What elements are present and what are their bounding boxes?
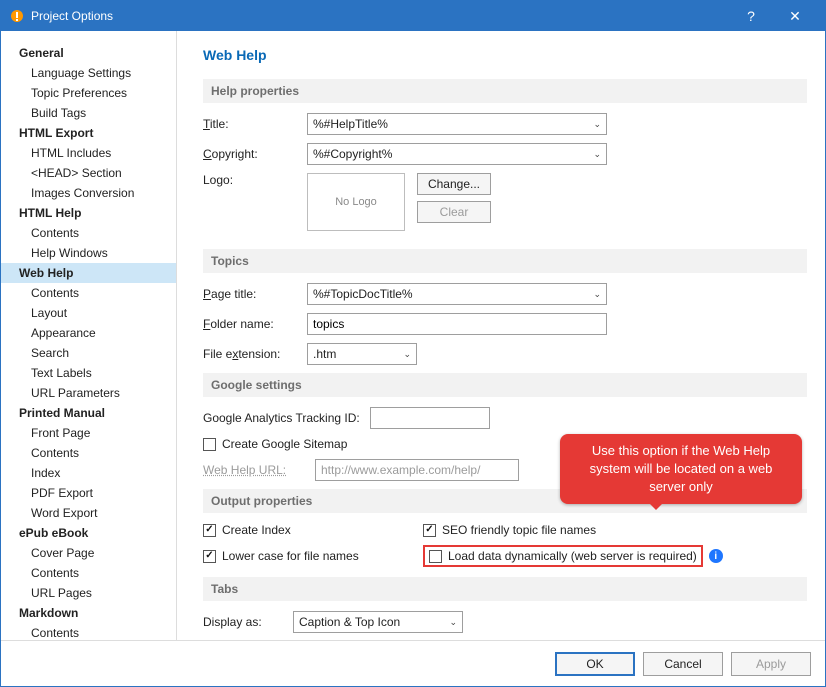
label-display-as: Display as: (203, 615, 293, 629)
info-icon[interactable]: i (709, 549, 723, 563)
sidebar-group-webhelp[interactable]: Web Help (1, 263, 176, 283)
display-value: Caption & Top Icon (299, 615, 400, 629)
section-help-properties: Help properties (203, 79, 807, 103)
web-help-url-input (315, 459, 519, 481)
app-icon (9, 8, 25, 24)
sidebar-item[interactable]: URL Pages (1, 583, 176, 603)
lowercase-checkbox[interactable]: Lower case for file names (203, 549, 423, 563)
folder-input[interactable] (307, 313, 607, 335)
label-ga-id: Google Analytics Tracking ID: (203, 411, 360, 425)
label-copyright: Copyright: (203, 147, 307, 161)
create-sitemap-checkbox[interactable]: Create Google Sitemap (203, 437, 347, 451)
sidebar-item[interactable]: Cover Page (1, 543, 176, 563)
label-extension: File extension: (203, 347, 307, 361)
sidebar-item[interactable]: Build Tags (1, 103, 176, 123)
chevron-down-icon: ⌄ (403, 349, 411, 360)
copyright-combo[interactable]: %#Copyright% ⌄ (307, 143, 607, 165)
sidebar-group-general[interactable]: General (1, 43, 176, 63)
sidebar-item[interactable]: Topic Preferences (1, 83, 176, 103)
sidebar-item[interactable]: Contents (1, 563, 176, 583)
label-web-help-url: Web Help URL: (203, 463, 315, 477)
sidebar-item[interactable]: Search (1, 343, 176, 363)
chevron-down-icon: ⌄ (593, 149, 601, 160)
sidebar-item[interactable]: Contents (1, 223, 176, 243)
close-button[interactable]: ✕ (773, 1, 817, 31)
sidebar-item[interactable]: Index (1, 463, 176, 483)
checkbox-icon (203, 524, 216, 537)
checkbox-icon (203, 438, 216, 451)
sidebar-group-htmlhelp[interactable]: HTML Help (1, 203, 176, 223)
sidebar-item[interactable]: Word Export (1, 503, 176, 523)
sidebar-item[interactable]: Layout (1, 303, 176, 323)
sidebar-item[interactable]: Appearance (1, 323, 176, 343)
highlighted-option: Load data dynamically (web server is req… (423, 545, 703, 567)
seo-checkbox[interactable]: SEO friendly topic file names (423, 523, 807, 537)
seo-label: SEO friendly topic file names (442, 523, 596, 537)
sidebar-item[interactable]: Contents (1, 443, 176, 463)
sidebar-item[interactable]: HTML Includes (1, 143, 176, 163)
ext-value: .htm (313, 347, 336, 361)
cancel-button[interactable]: Cancel (643, 652, 723, 676)
display-as-combo[interactable]: Caption & Top Icon ⌄ (293, 611, 463, 633)
sidebar-item[interactable]: Help Windows (1, 243, 176, 263)
label-title: Title: (203, 117, 307, 131)
section-topics: Topics (203, 249, 807, 273)
title-combo[interactable]: %#HelpTitle% ⌄ (307, 113, 607, 135)
checkbox-icon (429, 550, 442, 563)
apply-button[interactable]: Apply (731, 652, 811, 676)
titlebar: Project Options ? ✕ (1, 1, 825, 31)
sitemap-label: Create Google Sitemap (222, 437, 347, 451)
sidebar-group-markdown[interactable]: Markdown (1, 603, 176, 623)
title-value: %#HelpTitle% (313, 117, 388, 131)
sidebar-item[interactable]: URL Parameters (1, 383, 176, 403)
copyright-value: %#Copyright% (313, 147, 392, 161)
extension-combo[interactable]: .htm ⌄ (307, 343, 417, 365)
clear-button[interactable]: Clear (417, 201, 491, 223)
label-page-title: Page title: (203, 287, 307, 301)
ga-id-input[interactable] (370, 407, 490, 429)
checkbox-icon (203, 550, 216, 563)
dynamic-label: Load data dynamically (web server is req… (448, 549, 697, 563)
callout-tooltip: Use this option if the Web Help system w… (560, 434, 802, 504)
section-tabs: Tabs (203, 577, 807, 601)
load-dynamically-checkbox[interactable]: Load data dynamically (web server is req… (429, 549, 697, 563)
section-google: Google settings (203, 373, 807, 397)
create-index-checkbox[interactable]: Create Index (203, 523, 423, 537)
main-panel: Web Help Help properties Title: %#HelpTi… (177, 31, 825, 640)
logo-preview: No Logo (307, 173, 405, 231)
sidebar-item[interactable]: Text Labels (1, 363, 176, 383)
label-folder: Folder name: (203, 317, 307, 331)
help-button[interactable]: ? (729, 1, 773, 31)
chevron-down-icon: ⌄ (449, 617, 457, 628)
sidebar-item[interactable]: PDF Export (1, 483, 176, 503)
sidebar-item[interactable]: Images Conversion (1, 183, 176, 203)
chevron-down-icon: ⌄ (593, 289, 601, 300)
sidebar-item[interactable]: <HEAD> Section (1, 163, 176, 183)
page-heading: Web Help (203, 47, 807, 63)
lowercase-label: Lower case for file names (222, 549, 359, 563)
checkbox-icon (423, 524, 436, 537)
page-title-value: %#TopicDocTitle% (313, 287, 413, 301)
label-logo: Logo: (203, 173, 307, 187)
sidebar-item[interactable]: Contents (1, 283, 176, 303)
sidebar: General Language Settings Topic Preferen… (1, 31, 177, 640)
sidebar-item[interactable]: Front Page (1, 423, 176, 443)
sidebar-group-htmlexport[interactable]: HTML Export (1, 123, 176, 143)
change-button[interactable]: Change... (417, 173, 491, 195)
chevron-down-icon: ⌄ (593, 119, 601, 130)
sidebar-item[interactable]: Contents (1, 623, 176, 640)
create-index-label: Create Index (222, 523, 291, 537)
sidebar-item[interactable]: Language Settings (1, 63, 176, 83)
ok-button[interactable]: OK (555, 652, 635, 676)
dialog-footer: OK Cancel Apply (1, 640, 825, 686)
window-title: Project Options (31, 9, 729, 23)
sidebar-group-epub[interactable]: ePub eBook (1, 523, 176, 543)
sidebar-group-printed[interactable]: Printed Manual (1, 403, 176, 423)
page-title-combo[interactable]: %#TopicDocTitle% ⌄ (307, 283, 607, 305)
